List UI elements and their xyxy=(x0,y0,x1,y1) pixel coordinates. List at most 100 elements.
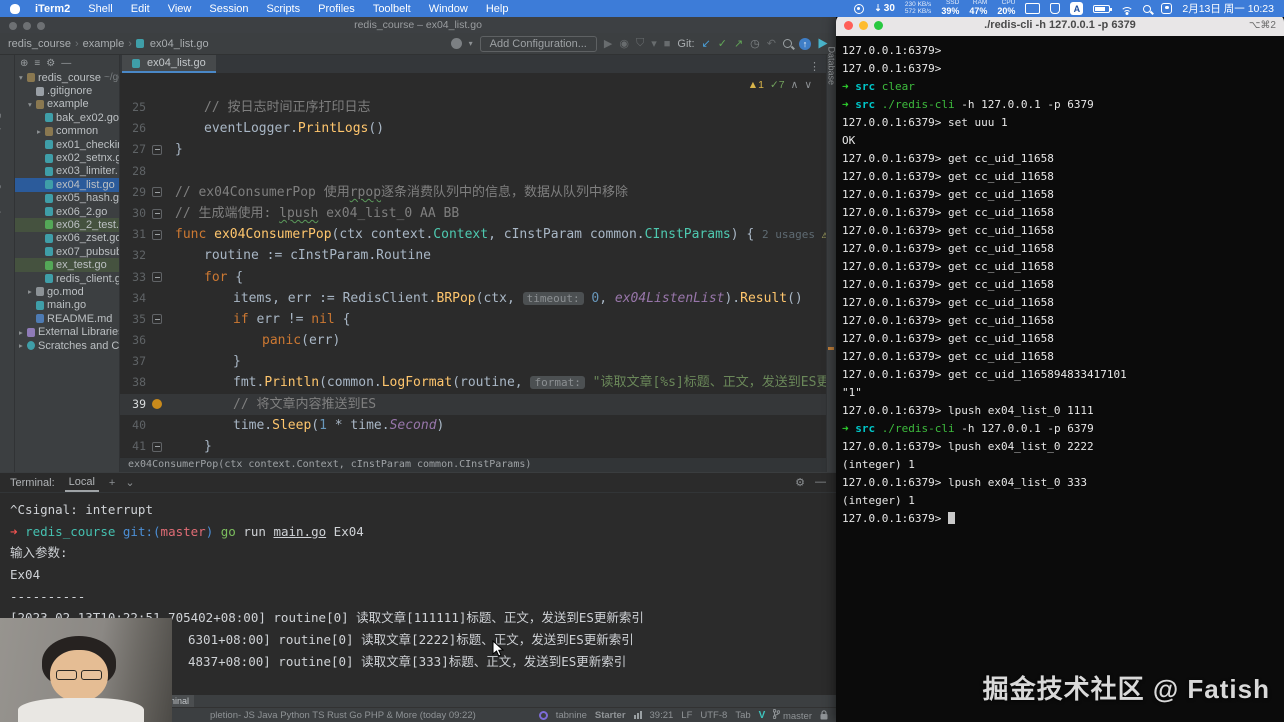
tree-item[interactable]: ex_test.go xyxy=(15,258,119,272)
hide-icon[interactable]: — xyxy=(61,58,71,69)
gutter-icon[interactable] xyxy=(152,124,162,134)
battery-icon[interactable] xyxy=(1093,4,1113,13)
more-icon[interactable]: ⋮ xyxy=(803,60,826,73)
menu-item[interactable]: View xyxy=(159,3,201,15)
ssd-usage[interactable]: SSD 39% xyxy=(941,0,959,16)
code-line[interactable]: 35 if err != nil { xyxy=(120,309,826,330)
gutter-icon[interactable] xyxy=(152,187,162,198)
gutter-icon[interactable] xyxy=(152,229,162,240)
menu-item[interactable]: Scripts xyxy=(258,3,310,15)
menu-item[interactable]: Window xyxy=(420,3,477,15)
indent-style[interactable]: Tab xyxy=(735,710,750,721)
terminal-hide-icon[interactable]: — xyxy=(815,476,826,489)
coverage-icon[interactable]: ⛉ xyxy=(636,37,644,50)
utility-icon[interactable] xyxy=(1050,3,1061,14)
gutter-icon[interactable] xyxy=(152,336,162,346)
redis-cli-output[interactable]: 127.0.0.1:6379> 127.0.0.1:6379> ➜ src cl… xyxy=(836,36,1284,534)
git-push-icon[interactable]: ↗ xyxy=(734,37,743,50)
breadcrumb[interactable]: example xyxy=(83,38,125,50)
menu-item[interactable]: Shell xyxy=(79,3,121,15)
plugin-icon[interactable]: V xyxy=(759,710,766,721)
git-update-icon[interactable]: ↙ xyxy=(702,37,711,50)
dropdown-icon[interactable]: ▾ xyxy=(651,37,657,50)
gutter-icon[interactable] xyxy=(152,272,162,283)
locate-icon[interactable]: ⊕ xyxy=(20,58,28,69)
tree-item[interactable]: ex07_pubsub xyxy=(15,245,119,258)
tree-item[interactable]: ▸ common xyxy=(15,125,119,138)
lock-icon[interactable] xyxy=(820,710,828,720)
line-ending[interactable]: LF xyxy=(681,710,692,721)
undo-icon[interactable]: ↶ xyxy=(767,37,776,50)
user-switch-icon[interactable] xyxy=(1161,3,1173,14)
code-line[interactable]: 25 // 按日志时间正序打印日志 xyxy=(120,97,826,118)
keyboard-icon[interactable] xyxy=(1025,3,1041,14)
code-line[interactable]: 38 fmt.Println(common.LogFormat(routine,… xyxy=(120,372,826,393)
tree-chevron-icon[interactable]: ▾ xyxy=(28,100,36,109)
inspections-widget[interactable]: ▲1 ✓7 ∧ ∨ xyxy=(748,79,812,91)
obs-icon[interactable] xyxy=(854,3,865,14)
code-line[interactable]: 31 func ex04ConsumerPop(ctx context.Cont… xyxy=(120,224,826,245)
gutter-icon[interactable] xyxy=(152,251,162,261)
settings-icon[interactable]: ⚙ xyxy=(46,58,55,69)
wifi-icon[interactable] xyxy=(1120,4,1134,15)
add-configuration-button[interactable]: Add Configuration... xyxy=(479,35,597,52)
tree-item[interactable]: .gitignore xyxy=(15,84,119,97)
input-method-icon[interactable]: A xyxy=(1070,2,1084,15)
git-commit-icon[interactable]: ✓ xyxy=(718,37,727,50)
gutter-icon[interactable] xyxy=(152,208,162,219)
tree-item[interactable]: ex02_setnx.g xyxy=(15,151,119,164)
menu-app-name[interactable]: iTerm2 xyxy=(26,3,79,15)
tree-item[interactable]: ex03_limiter. xyxy=(15,165,119,178)
prev-issue-icon[interactable]: ∧ xyxy=(791,79,799,91)
apple-icon[interactable] xyxy=(10,3,20,14)
menu-item[interactable]: Toolbelt xyxy=(364,3,420,15)
tree-item[interactable]: ▾ example xyxy=(15,98,119,111)
code-line[interactable]: 33 for { xyxy=(120,267,826,288)
debug-icon[interactable]: ◉ xyxy=(619,37,629,50)
tree-chevron-icon[interactable]: ▾ xyxy=(19,73,27,82)
tree-item[interactable]: bak_ex02.go xyxy=(15,111,119,124)
tree-item[interactable]: README.md xyxy=(15,312,119,325)
spotlight-search-icon[interactable] xyxy=(1143,4,1152,13)
caret-position[interactable]: 39:21 xyxy=(650,710,674,721)
tree-item[interactable]: redis_client.g xyxy=(15,272,119,285)
user-avatar-icon[interactable] xyxy=(450,38,462,49)
update-icon[interactable]: ↑ xyxy=(799,37,811,50)
terminal-tab-local[interactable]: Local xyxy=(64,474,99,492)
git-branch[interactable]: master xyxy=(773,708,812,722)
stop-icon[interactable]: ■ xyxy=(664,38,671,50)
gutter-icon[interactable] xyxy=(152,399,162,410)
tree-item[interactable]: ex01_checkin xyxy=(15,138,119,151)
code-line[interactable]: 26 eventLogger.PrintLogs() xyxy=(120,118,826,139)
window-controls[interactable] xyxy=(9,22,45,30)
menu-item[interactable]: Session xyxy=(200,3,257,15)
terminal-settings-icon[interactable]: ⚙ xyxy=(795,476,805,489)
code-line[interactable]: 36 panic(err) xyxy=(120,330,826,351)
tree-chevron-icon[interactable]: ▸ xyxy=(28,287,36,296)
next-issue-icon[interactable]: ∨ xyxy=(804,79,812,91)
tree-chevron-icon[interactable]: ▸ xyxy=(19,328,27,337)
window-controls[interactable] xyxy=(844,20,883,30)
tree-item[interactable]: ▸ Scratches and Con xyxy=(15,339,119,352)
gutter-icon[interactable] xyxy=(152,314,162,325)
tree-item[interactable]: ex04_list.go xyxy=(15,178,119,192)
code-line[interactable]: 28 xyxy=(120,161,826,182)
gutter-icon[interactable] xyxy=(152,103,162,113)
tree-item[interactable]: main.go xyxy=(15,299,119,312)
tree-item[interactable]: ex06_2.go xyxy=(15,205,119,218)
download-count[interactable]: ⇣ 30 xyxy=(874,3,895,14)
code-line[interactable]: 39 // 将文章内容推送到ES xyxy=(120,393,826,415)
menu-clock[interactable]: 2月13日 周一 10:23 xyxy=(1182,1,1274,16)
code-line[interactable]: 34 items, err := RedisClient.BRPop(ctx, … xyxy=(120,288,826,309)
breadcrumb-file[interactable]: ex04_list.go xyxy=(135,38,209,50)
menu-item[interactable]: Edit xyxy=(122,3,159,15)
tree-item[interactable]: ▸ go.mod xyxy=(15,285,119,298)
gutter-icon[interactable] xyxy=(152,357,162,367)
ram-usage[interactable]: RAM 47% xyxy=(969,0,987,16)
chevron-down-icon[interactable]: ⌄ xyxy=(125,476,134,489)
encoding[interactable]: UTF-8 xyxy=(700,710,727,721)
code-line[interactable]: 30 // 生成端使用: lpush ex04_list_0 AA BB xyxy=(120,203,826,224)
code-area[interactable]: 25 // 按日志时间正序打印日志 26 eventLogger.PrintLo… xyxy=(120,73,826,457)
tree-item[interactable]: ▾ redis_course ~/go xyxy=(15,71,119,84)
run-icon[interactable]: ▶ xyxy=(604,37,612,50)
